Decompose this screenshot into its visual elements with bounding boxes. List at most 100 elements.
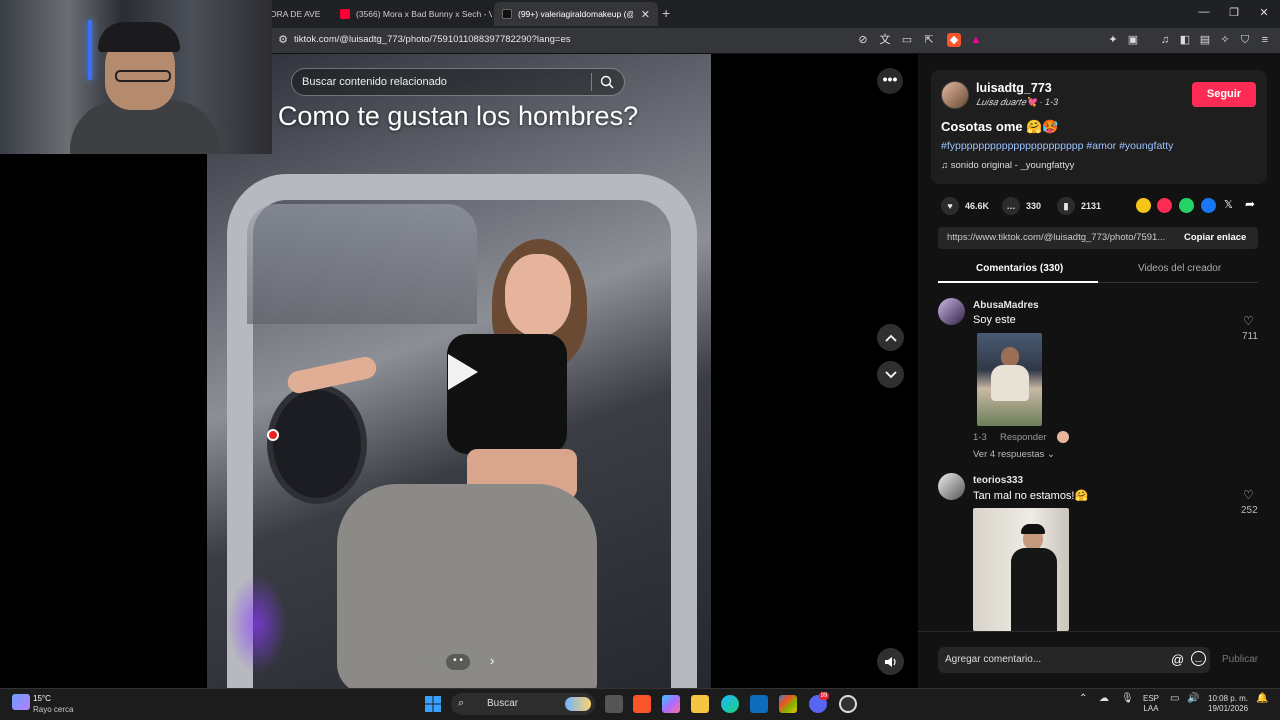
- menu-icon[interactable]: ≡: [1258, 33, 1272, 47]
- mention-icon[interactable]: @: [1171, 652, 1184, 667]
- weather-description[interactable]: Rayo cerca: [33, 705, 73, 714]
- search-icon[interactable]: [600, 75, 614, 89]
- more-options-button[interactable]: •••: [877, 68, 903, 94]
- x-twitter-icon[interactable]: 𝕏: [1224, 198, 1233, 211]
- heart-outline-icon[interactable]: ♡: [1243, 314, 1254, 328]
- view-replies-label: Ver 4 respuestas: [973, 449, 1045, 460]
- like-stat[interactable]: ♥ 46.6K: [941, 197, 989, 215]
- heart-outline-icon[interactable]: ♡: [1243, 488, 1254, 502]
- clock[interactable]: 10:08 p. m. 19/01/2026: [1208, 694, 1248, 714]
- reply-button[interactable]: Responder: [1000, 432, 1046, 443]
- vpn-icon[interactable]: ⛉: [1238, 33, 1252, 47]
- person-jacket: [1011, 548, 1057, 631]
- heart-icon: ♥: [941, 197, 959, 215]
- translate-icon[interactable]: 文: [878, 33, 892, 47]
- obs-icon[interactable]: [839, 695, 857, 713]
- cast-icon[interactable]: ▭: [900, 33, 914, 47]
- weather-temperature[interactable]: 15°C: [33, 694, 51, 703]
- prev-photo-icon[interactable]: ‹: [418, 653, 422, 668]
- keyboard-layout: LAA: [1143, 704, 1159, 713]
- comment-avatar[interactable]: [938, 298, 965, 325]
- next-photo-icon[interactable]: ›: [490, 653, 494, 668]
- person-head: [1001, 347, 1019, 367]
- comment-stat[interactable]: … 330: [1002, 197, 1041, 215]
- search-placeholder: Buscar contenido relacionado: [302, 76, 447, 88]
- share-arrow-icon[interactable]: ➦: [1245, 197, 1255, 211]
- comment-image[interactable]: [973, 508, 1069, 631]
- related-search-input[interactable]: Buscar contenido relacionado: [291, 68, 625, 96]
- windows-start-icon[interactable]: [425, 696, 441, 712]
- close-tab-icon[interactable]: ✕: [633, 8, 650, 21]
- comment-icon: …: [1002, 197, 1020, 215]
- close-window-icon[interactable]: ✕: [1254, 6, 1274, 19]
- share-page-icon[interactable]: ⇱: [922, 33, 936, 47]
- save-stat[interactable]: ▮ 2131: [1057, 197, 1101, 215]
- post-hashtags[interactable]: #fypppppppppppppppppppppp #amor #youngfa…: [941, 140, 1173, 152]
- photo-pagination: • •: [446, 654, 470, 670]
- brave-rewards-icon[interactable]: ▲: [969, 33, 983, 47]
- comment-image[interactable]: [977, 333, 1042, 426]
- clock-date: 19/01/2026: [1208, 704, 1249, 713]
- restore-icon[interactable]: ❐: [1224, 6, 1244, 19]
- brave-shield-icon[interactable]: ◆: [947, 33, 961, 47]
- publish-button[interactable]: Publicar: [1222, 654, 1258, 665]
- microphone-icon[interactable]: 🎙: [1121, 694, 1134, 704]
- comment-username[interactable]: AbusaMadres: [973, 300, 1039, 311]
- edge-icon[interactable]: [721, 695, 739, 713]
- browser-tab[interactable]: ORA DE AVE: [262, 2, 330, 26]
- volume-icon[interactable]: 🔊: [1187, 694, 1199, 704]
- streamer-cap: [98, 22, 180, 52]
- copy-link-button[interactable]: Copiar enlace: [1184, 227, 1246, 249]
- store-icon[interactable]: [779, 695, 797, 713]
- previous-post-button[interactable]: [877, 324, 904, 351]
- network-icon[interactable]: ▭: [1170, 694, 1179, 704]
- author-avatar[interactable]: [941, 81, 969, 109]
- play-icon[interactable]: [440, 350, 484, 394]
- media-icon[interactable]: ♫: [1158, 33, 1172, 47]
- new-tab-button[interactable]: +: [662, 5, 670, 21]
- discord-badge: 99: [819, 692, 829, 700]
- outlook-icon[interactable]: [750, 695, 768, 713]
- search-highlight-icon: [565, 697, 591, 711]
- notifications-icon[interactable]: 🔔: [1256, 694, 1268, 704]
- follow-button[interactable]: Seguir: [1192, 82, 1256, 107]
- chevron-up-icon[interactable]: ⌃: [1079, 694, 1087, 704]
- onedrive-icon[interactable]: ☁: [1099, 694, 1109, 704]
- extensions-icon[interactable]: ✦: [1106, 33, 1120, 47]
- facebook-icon[interactable]: [1201, 198, 1216, 213]
- comment-username[interactable]: teorios333: [973, 475, 1023, 486]
- sidebar-icon[interactable]: ◧: [1178, 33, 1192, 47]
- site-settings-icon[interactable]: ⚙: [276, 33, 290, 47]
- person-cap: [1021, 524, 1045, 534]
- tab-creator-videos[interactable]: Videos del creador: [1138, 263, 1221, 274]
- view-replies-button[interactable]: Ver 4 respuestas ⌄: [973, 449, 1055, 460]
- browser-tab-tiktok[interactable]: (99+) valeriagiraldomakeup (@va ✕: [494, 2, 658, 26]
- comment-input[interactable]: Agregar comentario...: [938, 647, 1210, 673]
- leo-ai-icon[interactable]: ✧: [1218, 33, 1232, 47]
- author-username[interactable]: luisadtg_773: [976, 81, 1052, 95]
- post-sound[interactable]: ♫ sonido original - _youngfattyy: [941, 160, 1074, 171]
- weather-icon[interactable]: [12, 694, 30, 710]
- tab-comments[interactable]: Comentarios (330): [976, 263, 1063, 274]
- webcam-overlay: [0, 0, 272, 154]
- next-post-button[interactable]: [877, 361, 904, 388]
- wallet-icon[interactable]: ▤: [1198, 33, 1212, 47]
- copilot-icon[interactable]: [662, 695, 680, 713]
- screenshot-icon[interactable]: ▣: [1126, 33, 1140, 47]
- volume-button[interactable]: [877, 648, 904, 675]
- comment-like-count: 711: [1242, 331, 1258, 342]
- minimize-icon[interactable]: —: [1194, 6, 1214, 18]
- comment-avatar[interactable]: [938, 473, 965, 500]
- language-indicator[interactable]: ESP LAA: [1143, 694, 1159, 714]
- file-explorer-icon[interactable]: [691, 695, 709, 713]
- emoji-icon[interactable]: ‿: [1191, 651, 1206, 666]
- task-view-icon[interactable]: [605, 695, 623, 713]
- url-field[interactable]: tiktok.com/@luisadtg_773/photo/759101108…: [294, 34, 570, 45]
- share-coin-icon[interactable]: [1136, 198, 1151, 213]
- whatsapp-icon[interactable]: [1179, 198, 1194, 213]
- brave-browser-icon[interactable]: [633, 695, 651, 713]
- no-audio-icon[interactable]: ⊘: [856, 33, 870, 47]
- browser-tab-youtube[interactable]: (3566) Mora x Bad Bunny x Sech - Vo: [332, 2, 492, 26]
- share-send-icon[interactable]: [1157, 198, 1172, 213]
- active-tab-indicator: [938, 281, 1098, 283]
